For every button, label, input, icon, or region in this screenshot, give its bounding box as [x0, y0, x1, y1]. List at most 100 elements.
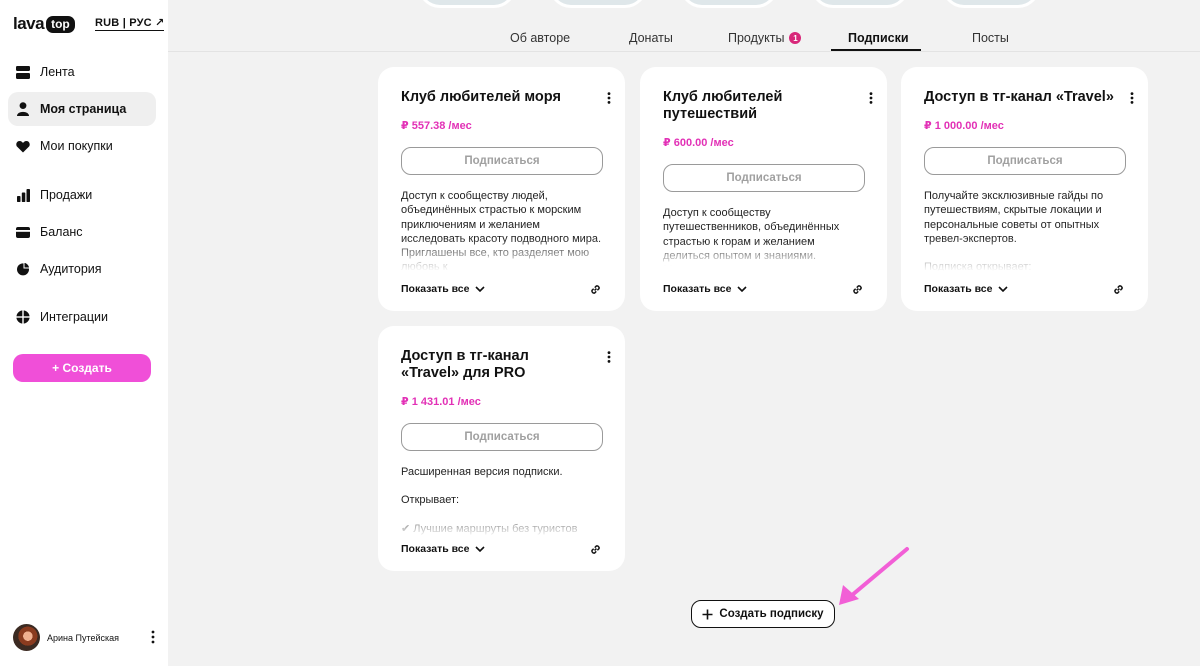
avatar	[13, 624, 40, 651]
plus-icon	[702, 609, 713, 619]
more-vertical-icon[interactable]	[151, 630, 155, 649]
heart-icon	[16, 139, 30, 153]
sidebar-item-label: Моя страница	[40, 102, 127, 116]
subscribe-button[interactable]: Подписаться	[924, 147, 1126, 175]
tabs-divider	[168, 51, 1200, 52]
user-name: Арина Путейская	[47, 632, 120, 643]
chevron-down-icon	[474, 546, 485, 552]
sidebar-item-purchases[interactable]: Мои покупки	[8, 129, 156, 163]
cover-image	[549, 0, 647, 8]
sidebar-item-sales[interactable]: Продажи	[8, 178, 156, 212]
currency-language-switch[interactable]: RUB | РУС ↗	[95, 16, 165, 31]
cover-image	[680, 0, 778, 8]
subscribe-button[interactable]: Подписаться	[401, 423, 603, 451]
description-paragraph: Доступ к сообществу людей, объединённых …	[401, 190, 602, 271]
card-title: Доступ в тг-канал «Travel» для PRO	[401, 348, 529, 381]
tab-subscriptions[interactable]: Подписки	[848, 31, 909, 45]
sidebar-item-balance[interactable]: Баланс	[8, 215, 156, 249]
sidebar-item-label: Интеграции	[40, 310, 109, 324]
card-price: ₽ 1 431.01 /мес	[401, 396, 481, 408]
create-button[interactable]: + Создать	[13, 354, 151, 382]
integrations-icon	[16, 310, 30, 324]
chevron-down-icon	[736, 286, 747, 292]
card-footer: Показать все	[663, 280, 864, 298]
annotation-arrow-icon	[839, 547, 909, 605]
chevron-down-icon	[997, 286, 1008, 292]
card-description: Доступ к сообществу путешественников, об…	[663, 206, 864, 266]
link-icon[interactable]	[589, 283, 602, 296]
active-tab-indicator	[831, 49, 921, 51]
tab-posts[interactable]: Посты	[972, 31, 1009, 45]
link-icon[interactable]	[851, 283, 864, 296]
show-all-label: Показать все	[401, 283, 470, 295]
card-description: Получайте эксклюзивные гайды по путешест…	[924, 189, 1125, 271]
card-price: ₽ 557.38 /мес	[401, 120, 472, 132]
cover-image	[942, 0, 1040, 8]
tab-about-author[interactable]: Об авторе	[510, 31, 570, 45]
card-description: Расширенная версия подписки. Открывает: …	[401, 465, 602, 537]
cover-image	[418, 0, 516, 8]
tab-label: Посты	[972, 31, 1009, 45]
subscription-card: Клуб любителей путешествий ₽ 600.00 /мес…	[640, 67, 887, 311]
sidebar: lava top RUB | РУС ↗ Лента Моя страница …	[0, 0, 168, 666]
notification-badge: 1	[789, 32, 802, 44]
user-profile[interactable]: Арина Путейская	[13, 624, 155, 651]
feed-icon	[16, 65, 30, 79]
user-icon	[16, 102, 30, 116]
sidebar-item-label: Аудитория	[40, 262, 102, 276]
tab-label: Продукты	[728, 31, 785, 45]
show-all-button[interactable]: Показать все	[401, 283, 485, 295]
logo-badge: top	[46, 15, 75, 33]
sidebar-item-label: Мои покупки	[40, 139, 113, 153]
description-paragraph: ✔ Лучшие маршруты без туристов	[401, 522, 578, 535]
card-description: Доступ к сообществу людей, объединённых …	[401, 189, 602, 271]
show-all-button[interactable]: Показать все	[924, 283, 1008, 295]
more-vertical-icon[interactable]	[607, 350, 611, 368]
sidebar-item-label: Баланс	[40, 225, 83, 239]
card-footer: Показать все	[401, 280, 602, 298]
card-title: Клуб любителей моря	[401, 89, 561, 105]
subscription-card: Доступ в тг-канал «Travel» ₽ 1 000.00 /м…	[901, 67, 1148, 311]
more-vertical-icon[interactable]	[869, 91, 873, 109]
cover-image	[811, 0, 909, 8]
sidebar-item-integrations[interactable]: Интеграции	[8, 300, 156, 334]
top-cover-images	[418, 0, 1040, 8]
more-vertical-icon[interactable]	[1130, 91, 1134, 109]
subscription-card: Доступ в тг-канал «Travel» для PRO ₽ 1 4…	[378, 326, 625, 571]
create-subscription-button[interactable]: Создать подписку	[691, 600, 835, 628]
sidebar-item-my-page[interactable]: Моя страница	[8, 92, 156, 126]
tab-label: Об авторе	[510, 31, 571, 45]
card-title: Доступ в тг-канал «Travel»	[924, 89, 1114, 105]
card-footer: Показать все	[924, 280, 1125, 298]
show-all-label: Показать все	[401, 543, 470, 555]
tab-products[interactable]: Продукты 1	[728, 31, 802, 45]
subscribe-button[interactable]: Подписаться	[663, 164, 865, 192]
tab-donations[interactable]: Донаты	[629, 31, 673, 45]
bar-chart-icon	[16, 188, 30, 202]
description-paragraph: Расширенная версия подписки.	[401, 466, 563, 478]
card-price: ₽ 600.00 /мес	[663, 137, 734, 149]
description-paragraph: Подписка открывает:	[924, 261, 1032, 271]
card-icon	[16, 225, 30, 239]
show-all-button[interactable]: Показать все	[663, 283, 747, 295]
logo-text: lava	[13, 14, 45, 33]
description-paragraph: Доступ к сообществу путешественников, об…	[663, 207, 840, 266]
card-price: ₽ 1 000.00 /мес	[924, 120, 1004, 132]
subscription-card: Клуб любителей моря ₽ 557.38 /мес Подпис…	[378, 67, 625, 311]
show-all-label: Показать все	[924, 283, 993, 295]
card-footer: Показать все	[401, 540, 602, 558]
show-all-label: Показать все	[663, 283, 732, 295]
card-title: Клуб любителей путешествий	[663, 89, 783, 122]
sidebar-item-label: Лента	[40, 65, 75, 79]
sidebar-item-label: Продажи	[40, 188, 93, 202]
chevron-down-icon	[474, 286, 485, 292]
sidebar-item-audience[interactable]: Аудитория	[8, 252, 156, 286]
logo[interactable]: lava top	[13, 14, 75, 34]
description-paragraph: Открывает:	[401, 494, 460, 507]
show-all-button[interactable]: Показать все	[401, 543, 485, 555]
sidebar-item-feed[interactable]: Лента	[8, 55, 156, 89]
link-icon[interactable]	[1112, 283, 1125, 296]
more-vertical-icon[interactable]	[607, 91, 611, 109]
link-icon[interactable]	[589, 543, 602, 556]
subscribe-button[interactable]: Подписаться	[401, 147, 603, 175]
